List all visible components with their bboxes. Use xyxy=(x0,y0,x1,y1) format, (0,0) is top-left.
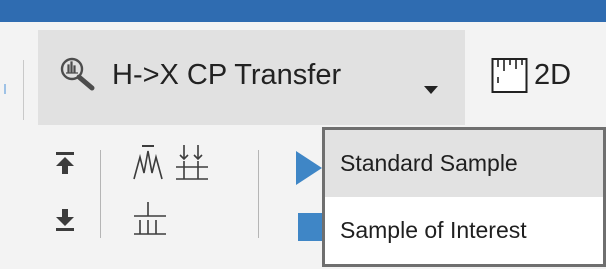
menu-item-sample-of-interest[interactable]: Sample of Interest xyxy=(325,197,603,264)
tool-separator-1 xyxy=(100,150,101,238)
play-icon[interactable] xyxy=(296,151,322,185)
2d-experiment-label: 2D xyxy=(534,59,572,91)
arrow-up-to-bar-icon[interactable] xyxy=(54,151,76,175)
2d-experiment-icon xyxy=(491,58,528,93)
toolbar-separator xyxy=(23,60,24,120)
multi-arrow-down-icon[interactable] xyxy=(174,143,210,181)
peak-icon[interactable] xyxy=(132,143,164,181)
baseline-bars-icon[interactable] xyxy=(132,200,168,238)
magnify-spectrum-icon xyxy=(60,57,95,91)
arrow-down-to-bar-icon[interactable] xyxy=(54,208,76,232)
left-edge-mark xyxy=(4,84,6,94)
title-bar xyxy=(0,0,606,22)
experiment-dropdown-menu: Standard Sample Sample of Interest xyxy=(322,127,606,267)
tool-separator-2 xyxy=(258,150,259,238)
caret-down-icon xyxy=(424,86,438,94)
experiment-selector-label: H->X CP Transfer xyxy=(112,59,342,91)
menu-item-standard-sample[interactable]: Standard Sample xyxy=(325,130,603,197)
